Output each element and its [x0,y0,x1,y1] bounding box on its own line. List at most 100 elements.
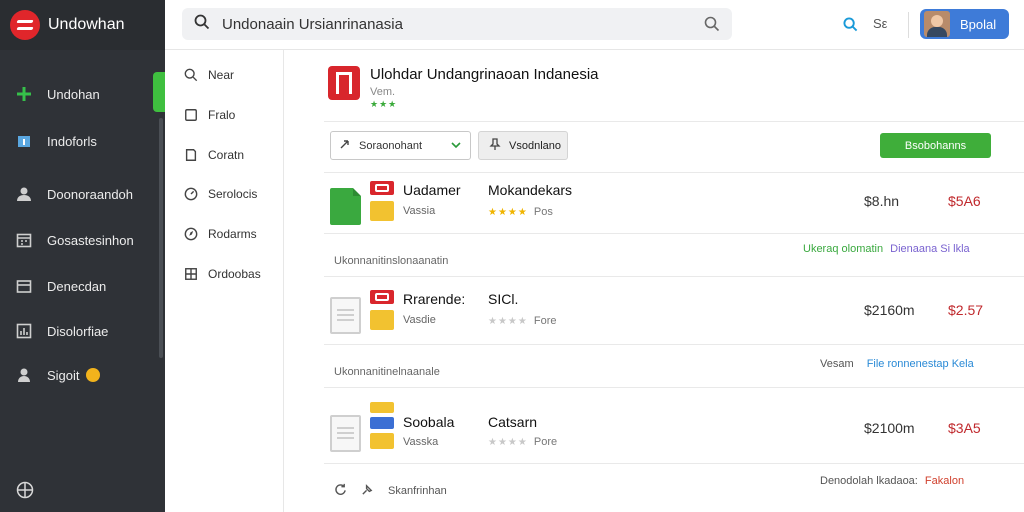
brand-name: Undowhan [48,16,125,33]
search-input[interactable] [222,15,702,33]
refresh-icon[interactable] [334,483,347,499]
subnav-item-label: Coratn [208,148,245,162]
footer-label: Skanfrinhan [388,485,447,497]
filter-label: Vsodnlano [509,139,561,152]
gauge-icon [183,186,199,202]
item-rating: ★★★★ Fore [488,315,556,327]
blue-app-icon [370,417,394,429]
sidebar-item-5[interactable]: Disolorfiae [0,311,165,351]
pin-icon[interactable] [361,483,374,499]
compass-icon [183,226,199,242]
filter-button[interactable]: Vsodnlano [478,131,568,160]
subnav-item-label: Rodarms [208,227,257,241]
footer-link-b[interactable]: Fakalon [925,475,964,487]
subnav-item-label: Serolocis [208,187,258,201]
subnav-item-2[interactable]: Coratn [183,145,244,165]
section-link-a[interactable]: Ukeraq olomatin [803,243,883,255]
sidebar-item-label: Disolorfiae [47,323,109,339]
quick-search-icon[interactable] [843,17,858,37]
subnav-item-5[interactable]: Ordoobas [183,264,261,284]
list-item[interactable]: Uadamer Vassia Mokandekars ★★★★ Pos $8.hn… [324,181,1004,241]
subnav-item-3[interactable]: Serolocis [183,184,257,204]
sidebar-item-0[interactable]: Undohan [0,74,165,114]
chart-icon [15,322,33,340]
list-item[interactable]: Soobala Vasska Catsarn ★★★★ Pore $2100m $… [324,402,1004,468]
item-vendor: Catsarn [488,414,538,430]
search-submit-icon[interactable] [704,16,720,37]
square-icon [183,107,199,123]
red-app-icon [370,290,394,304]
search-box[interactable] [182,8,732,40]
folder-icon [15,277,33,295]
spreadsheet-file-icon [330,188,361,225]
item-vendor: Mokandekars [488,182,573,198]
footer-row: Skanfrinhan [334,483,447,499]
sidebar-item-label: Denecdan [47,278,107,294]
search-icon [194,14,210,35]
star-icons: ★★★★ [488,316,528,327]
subnav-item-label: Near [208,68,235,82]
sidebar-item-3[interactable]: Gosastesinhon [0,220,165,260]
subnav-item-0[interactable]: Near [183,65,234,85]
folder-yellow-icon [370,433,394,449]
footer-link-a[interactable]: Denodolah lkadaoa: [820,475,918,487]
sidebar: Undowhan Undohan Indoforls Doonoraandoh … [0,0,165,512]
sidebar-item-label: Indoforls [47,133,97,149]
list-item[interactable]: Rrarende: Vasdie SICl. ★★★★ Fore $2160m $… [324,290,1004,350]
sidebar-item-6[interactable]: Sigoit [0,355,165,395]
dropdown-label: Soraonohant [359,139,422,152]
sort-dropdown[interactable]: Soraonohant [330,131,471,160]
apps-icon [15,85,33,103]
top-divider [908,12,909,38]
subnav-item-label: Ordoobas [208,267,261,281]
section-label: Ukonnanitinslonaanatin [334,255,449,267]
globe-icon[interactable] [16,481,34,504]
avatar [924,11,950,37]
primary-action-button[interactable]: Bsobohanns [880,133,991,158]
document-file-icon [330,415,361,452]
secondary-nav: Near Fralo Coratn Serolocis Rodarms Ordo… [165,50,284,512]
subnav-item-label: Fralo [208,108,236,122]
primary-action-label: Bsobohanns [904,139,967,152]
app-title: Ulohdar Undangrinaoan Indanesia [370,66,599,83]
folder-yellow-icon [370,201,394,221]
profile-label: Bpolal [960,16,997,32]
top-bar-s-button[interactable]: Sε [873,16,887,31]
user-icon [15,185,33,203]
section-link-b[interactable]: File ronnenestap Kela [867,358,974,370]
subnav-item-4[interactable]: Rodarms [183,224,257,244]
item-subtitle: Vassia [403,205,436,217]
person-icon [15,366,33,384]
chevron-down-icon [450,139,462,154]
item-rating: ★★★★ Pore [488,436,557,448]
section-links: Ukeraq olomatin Dienaana Si lkla [803,243,970,255]
sort-icon [339,138,351,153]
divider [324,276,1024,277]
item-price-original: $2160m [864,302,915,318]
app-logo-icon [328,66,360,100]
section-link-a[interactable]: Vesam [820,358,854,370]
bookmark-icon [183,147,199,163]
brand[interactable]: Undowhan [0,0,165,50]
sidebar-item-label: Doonoraandoh [47,186,134,202]
section-link-b[interactable]: Dienaana Si lkla [890,243,970,255]
divider [324,344,1024,345]
rating-label: Pore [533,436,558,448]
star-icons: ★★★★ [488,207,528,218]
sidebar-item-2[interactable]: Doonoraandoh [0,174,165,214]
footer-links: Denodolah lkadaoa: Fakalon [820,475,964,487]
folder-yellow-icon [370,402,394,413]
divider [324,463,1024,464]
item-price-sale: $2.57 [948,302,984,318]
star-icons: ★★★★ [488,437,528,448]
sidebar-item-1[interactable]: Indoforls [0,121,165,161]
subnav-item-1[interactable]: Fralo [183,105,235,125]
item-subtitle: Vasdie [403,314,436,326]
sidebar-item-4[interactable]: Denecdan [0,266,165,306]
document-file-icon [330,297,361,334]
divider [324,233,1024,234]
divider [324,121,1024,122]
notification-badge [85,368,100,382]
profile-button[interactable]: Bpolal [920,9,1009,39]
item-price-original: $2100m [864,420,915,436]
